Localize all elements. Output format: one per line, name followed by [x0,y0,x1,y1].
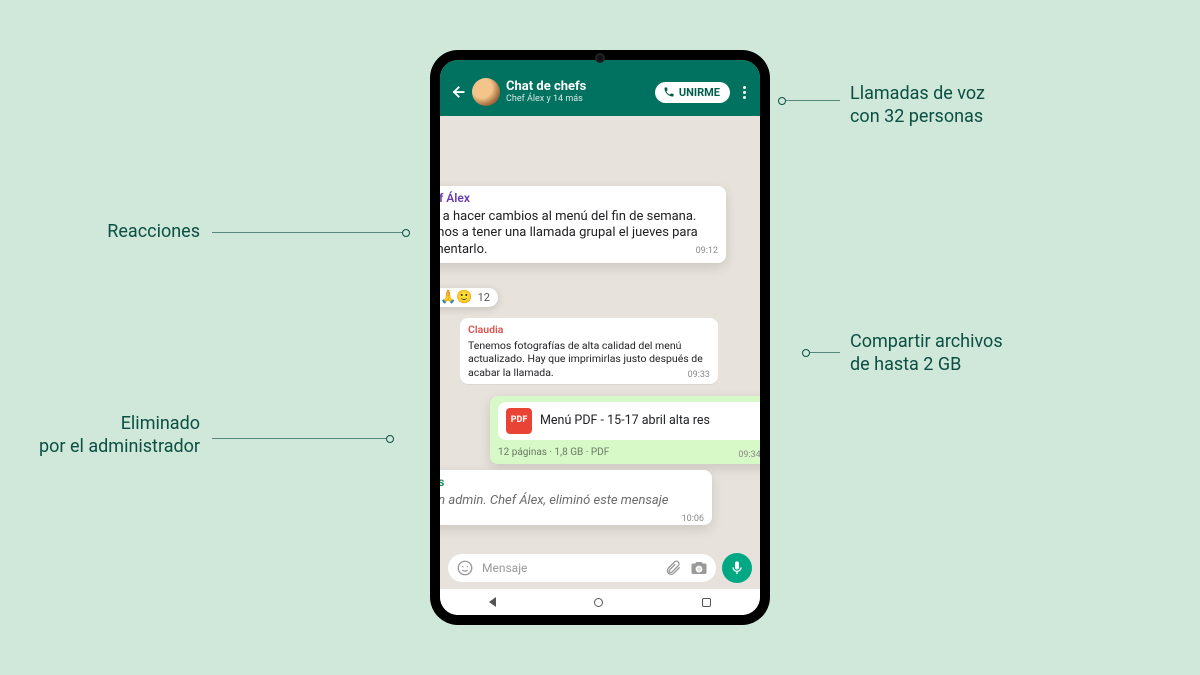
chat-body: Chef Álex Voy a hacer cambios al menú de… [440,116,760,547]
deleted-text: Un admin. Chef Álex, eliminó este mensaj… [440,493,669,510]
callout-reactions: Reacciones [107,220,200,243]
connector [212,232,402,233]
file-name: Menú PDF - 15-17 abril alta res [540,413,710,429]
phone-frame: Chat de chefs Chef Álex y 14 más UNIRME … [430,50,770,625]
join-call-button[interactable]: UNIRME [655,82,730,103]
file-attachment[interactable]: PDF Menú PDF - 15-17 abril alta res [498,402,760,440]
message-placeholder: Mensaje [482,561,656,575]
message-time: 09:34 ✓✓ [738,448,760,462]
connector [786,100,840,101]
camera-icon[interactable] [690,559,708,577]
mic-icon [729,560,745,576]
attach-icon[interactable] [664,559,682,577]
message-input[interactable]: Mensaje [448,554,716,582]
reaction-emojis: 👍🙏🙂 [440,290,473,305]
mic-button[interactable] [722,553,752,583]
nav-home-icon[interactable] [594,598,603,607]
android-nav-bar [440,589,760,615]
callout-file-share: Compartir archivos de hasta 2 GB [850,330,1003,377]
message-bubble-outgoing-file[interactable]: PDF Menú PDF - 15-17 abril alta res 12 p… [490,396,760,464]
message-author: Claudia [468,323,710,337]
composer-bar: Mensaje [440,547,760,589]
pdf-icon: PDF [506,408,532,434]
message-author: Chef Álex [440,191,718,207]
chat-title: Chat de chefs [506,80,649,94]
nav-back-icon[interactable] [489,597,496,607]
connector [212,438,386,439]
callout-voice-calls: Llamadas de voz con 32 personas [850,82,985,129]
nav-recents-icon[interactable] [702,598,711,607]
chat-title-block[interactable]: Chat de chefs Chef Álex y 14 más [506,80,649,104]
message-time: 09:12 [696,246,718,258]
message-bubble-deleted[interactable]: Tomás Un admin. Chef Álex, eliminó este … [440,470,712,525]
reaction-count: 12 [478,291,490,304]
emoji-icon[interactable] [456,559,474,577]
phone-icon [663,86,675,98]
connector [810,352,840,353]
callout-admin-delete: Eliminado por el administrador [39,412,200,459]
message-bubble[interactable]: Claudia Tenemos fotografías de alta cali… [460,318,718,384]
chat-header: Chat de chefs Chef Álex y 14 más UNIRME [440,60,760,116]
menu-icon[interactable] [736,86,752,99]
group-avatar[interactable] [472,78,500,106]
file-meta: 12 páginas · 1,8 GB · PDF [498,447,609,458]
message-text: Tenemos fotografías de alta calidad del … [468,339,703,379]
message-time: 09:33 [688,370,710,382]
message-bubble[interactable]: Chef Álex Voy a hacer cambios al menú de… [440,186,726,263]
message-time: 10:06 [682,514,704,526]
message-author: Tomás [440,475,704,491]
join-label: UNIRME [679,86,720,99]
chat-subtitle: Chef Álex y 14 más [506,94,649,104]
message-text: Voy a hacer cambios al menú del fin de s… [440,209,698,258]
back-icon[interactable] [448,83,466,101]
reactions-pill[interactable]: 👍🙏🙂 12 [440,288,498,307]
